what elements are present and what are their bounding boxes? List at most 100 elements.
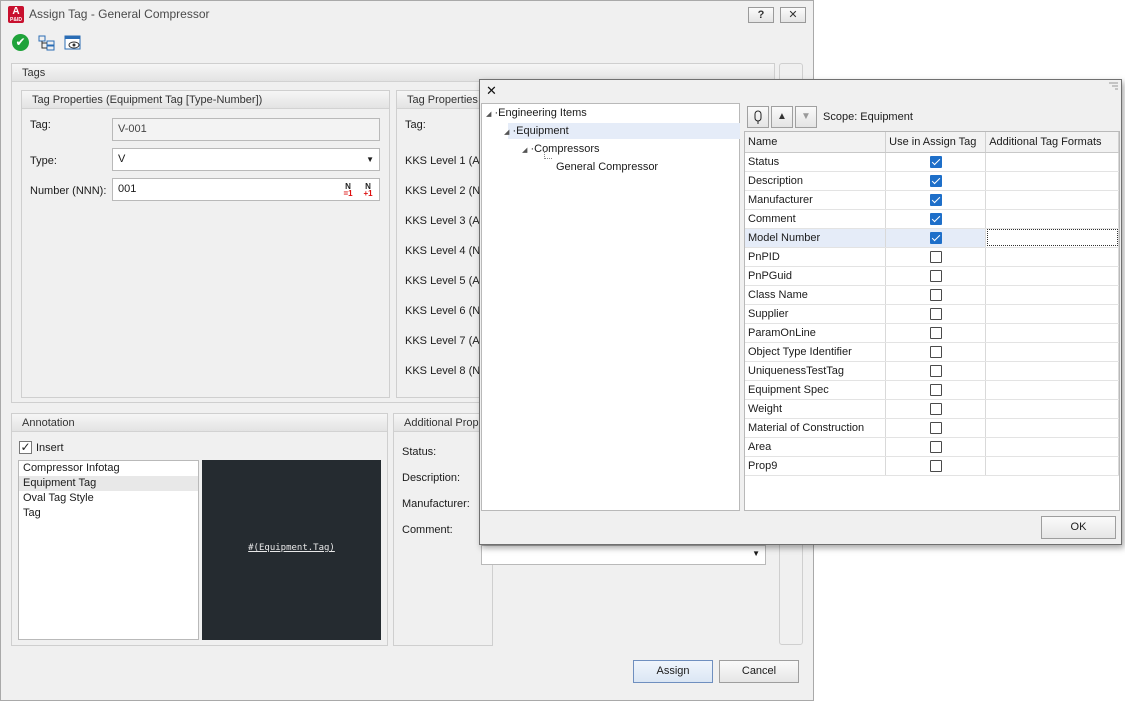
additional-tag-format-cell[interactable] (985, 209, 1119, 229)
use-in-assign-tag-checkbox[interactable] (929, 231, 942, 244)
table-row[interactable]: Supplier (745, 304, 1119, 324)
additional-tag-format-cell[interactable] (985, 304, 1119, 324)
engineering-items-tree[interactable]: ◢ ·Engineering Items ◢ ·Equipment ◢ ·Com… (481, 103, 740, 511)
property-name-cell[interactable]: PnPID (745, 247, 887, 267)
additional-tag-format-cell[interactable] (985, 190, 1119, 210)
additional-tag-format-cell[interactable] (985, 361, 1119, 381)
additional-tag-format-cell[interactable] (985, 228, 1119, 248)
column-header-name[interactable]: Name (745, 132, 887, 153)
use-in-assign-tag-checkbox[interactable] (929, 288, 942, 301)
expanded-triangle-icon[interactable]: ◢ (522, 147, 527, 154)
tag-from-list-icon[interactable] (38, 35, 56, 51)
property-name-cell[interactable]: Equipment Spec (745, 380, 887, 400)
additional-tag-format-cell[interactable] (985, 437, 1119, 457)
tree-node-compressors[interactable]: ◢ ·Compressors (522, 141, 600, 157)
insert-checkbox[interactable]: ✓ (19, 441, 32, 454)
use-in-assign-tag-checkbox[interactable] (929, 326, 942, 339)
table-row[interactable]: Class Name (745, 285, 1119, 305)
use-in-assign-tag-checkbox[interactable] (929, 383, 942, 396)
table-row[interactable]: ParamOnLine (745, 323, 1119, 343)
tag-preview-icon[interactable] (64, 35, 82, 51)
property-name-cell[interactable]: Model Number (745, 228, 887, 248)
use-in-assign-tag-checkbox[interactable] (929, 193, 942, 206)
property-name-cell[interactable]: ParamOnLine (745, 323, 887, 343)
tree-node-engineering-items[interactable]: ◢ ·Engineering Items (486, 105, 587, 121)
expanded-triangle-icon[interactable]: ◢ (486, 111, 491, 118)
properties-grid[interactable]: Name Use in Assign Tag Additional Tag Fo… (744, 131, 1120, 511)
property-name-cell[interactable]: Area (745, 437, 887, 457)
table-row[interactable]: Status (745, 152, 1119, 172)
table-row[interactable]: Model Number (745, 228, 1119, 248)
type-select[interactable]: V ▼ (112, 148, 380, 171)
use-in-assign-tag-checkbox[interactable] (929, 459, 942, 472)
use-in-assign-tag-checkbox[interactable] (929, 421, 942, 434)
use-in-assign-tag-checkbox[interactable] (929, 345, 942, 358)
list-item[interactable]: Equipment Tag (19, 476, 198, 491)
additional-tag-format-cell[interactable] (985, 266, 1119, 286)
increment-number-icon[interactable]: N +1 (362, 183, 374, 198)
property-name-cell[interactable]: UniquenessTestTag (745, 361, 887, 381)
use-in-assign-tag-checkbox[interactable] (929, 212, 942, 225)
use-in-assign-tag-checkbox[interactable] (929, 155, 942, 168)
property-name-cell[interactable]: Class Name (745, 285, 887, 305)
use-in-assign-tag-checkbox[interactable] (929, 364, 942, 377)
property-name-cell[interactable]: Object Type Identifier (745, 342, 887, 362)
table-row[interactable]: Object Type Identifier (745, 342, 1119, 362)
property-name-cell[interactable]: Weight (745, 399, 887, 419)
assign-button[interactable]: Assign (633, 660, 713, 683)
table-row[interactable]: Material of Construction (745, 418, 1119, 438)
ok-button[interactable]: OK (1041, 516, 1116, 539)
additional-tag-format-cell[interactable] (985, 171, 1119, 191)
move-down-icon[interactable]: ▼ (795, 106, 817, 128)
use-in-assign-tag-checkbox[interactable] (929, 250, 942, 263)
pin-icon[interactable] (747, 106, 769, 128)
column-header-use-in-assign-tag[interactable]: Use in Assign Tag (885, 132, 987, 153)
move-up-icon[interactable]: ▲ (771, 106, 793, 128)
list-item[interactable]: Compressor Infotag (19, 461, 198, 476)
additional-tag-format-cell[interactable] (985, 399, 1119, 419)
table-row[interactable]: Equipment Spec (745, 380, 1119, 400)
use-in-assign-tag-checkbox[interactable] (929, 402, 942, 415)
property-name-cell[interactable]: Prop9 (745, 456, 887, 476)
additional-tag-format-cell[interactable] (985, 342, 1119, 362)
table-row[interactable]: UniquenessTestTag (745, 361, 1119, 381)
table-row[interactable]: Manufacturer (745, 190, 1119, 210)
title-bar[interactable]: A P&ID Assign Tag - General Compressor ? … (1, 1, 813, 29)
property-name-cell[interactable]: Supplier (745, 304, 887, 324)
use-in-assign-tag-checkbox[interactable] (929, 440, 942, 453)
table-row[interactable]: Weight (745, 399, 1119, 419)
list-item[interactable]: Tag (19, 506, 198, 521)
table-row[interactable]: PnPGuid (745, 266, 1119, 286)
property-name-cell[interactable]: Description (745, 171, 887, 191)
expanded-triangle-icon[interactable]: ◢ (504, 129, 509, 136)
annotation-style-list[interactable]: Compressor Infotag Equipment Tag Oval Ta… (18, 460, 199, 640)
additional-tag-format-cell[interactable] (985, 380, 1119, 400)
comment-select[interactable]: ▼ (481, 545, 766, 565)
tree-node-equipment[interactable]: ◢ ·Equipment (504, 123, 569, 139)
use-in-assign-tag-checkbox[interactable] (929, 269, 942, 282)
use-in-assign-tag-checkbox[interactable] (929, 174, 942, 187)
additional-tag-format-cell[interactable] (985, 285, 1119, 305)
additional-tag-format-cell[interactable] (985, 152, 1119, 172)
additional-tag-format-cell[interactable] (985, 323, 1119, 343)
resize-grip-icon[interactable] (1106, 82, 1119, 92)
property-name-cell[interactable]: Comment (745, 209, 887, 229)
additional-tag-format-cell[interactable] (985, 456, 1119, 476)
accept-check-icon[interactable]: ✔ (12, 34, 29, 51)
table-row[interactable]: Comment (745, 209, 1119, 229)
table-row[interactable]: PnPID (745, 247, 1119, 267)
column-header-additional-tag-formats[interactable]: Additional Tag Formats (985, 132, 1119, 153)
help-button[interactable]: ? (748, 7, 774, 23)
decrement-number-icon[interactable]: N =1 (342, 183, 354, 198)
property-name-cell[interactable]: PnPGuid (745, 266, 887, 286)
cancel-button[interactable]: Cancel (719, 660, 799, 683)
number-input[interactable]: 001 (112, 178, 380, 201)
property-name-cell[interactable]: Manufacturer (745, 190, 887, 210)
table-row[interactable]: Description (745, 171, 1119, 191)
additional-tag-format-cell[interactable] (985, 247, 1119, 267)
table-row[interactable]: Prop9 (745, 456, 1119, 476)
use-in-assign-tag-checkbox[interactable] (929, 307, 942, 320)
property-name-cell[interactable]: Material of Construction (745, 418, 887, 438)
additional-tag-format-cell[interactable] (985, 418, 1119, 438)
close-button[interactable]: ✕ (780, 7, 806, 23)
